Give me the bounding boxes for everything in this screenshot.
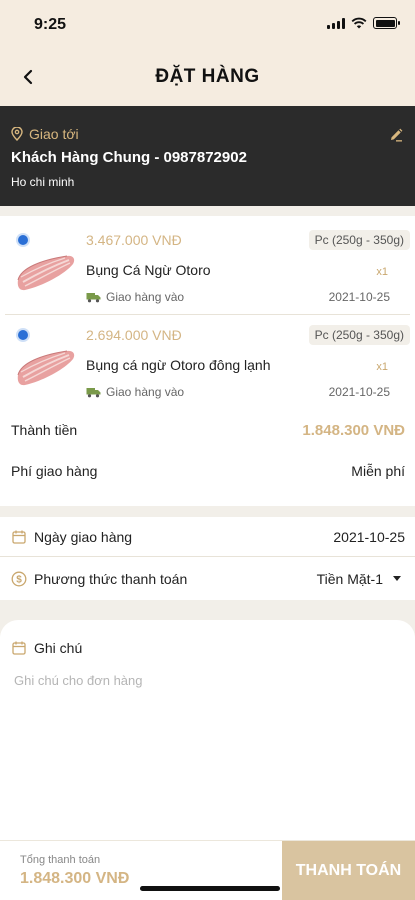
dollar-coin-icon: $: [11, 571, 27, 587]
status-time: 9:25: [34, 16, 67, 33]
subtotal-label: Thành tiền: [11, 422, 78, 438]
status-icons: [327, 17, 400, 29]
status-dot-icon: [18, 235, 28, 245]
truck-icon: [86, 292, 101, 302]
subtotal-value: 1.848.300 VNĐ: [302, 422, 405, 439]
customer-city: Ho chi minh: [11, 175, 75, 189]
note-input[interactable]: [14, 668, 399, 692]
delivery-date-label: Ngày giao hàng: [34, 529, 133, 545]
product-name: Bụng cá ngừ Otoro đông lạnh: [86, 357, 271, 373]
delivery-date-value: 2021-10-25: [333, 529, 405, 545]
note-section: Ghi chú: [0, 620, 415, 840]
calendar-icon: [12, 641, 26, 655]
delivery-label: Giao hàng vào: [106, 290, 185, 304]
delivery-info: Giao hàng vào: [86, 290, 184, 304]
status-bar: 9:25: [0, 0, 415, 48]
product-price: 3.467.000 VNĐ: [86, 232, 182, 248]
payment-method-row[interactable]: $ Phương thức thanh toán Tiền Mặt-1: [0, 559, 415, 599]
order-options: Ngày giao hàng 2021-10-25 $ Phương thức …: [0, 517, 415, 600]
home-indicator: [140, 886, 280, 891]
product-spec: Pc (250g - 350g): [308, 230, 410, 250]
calendar-icon: [12, 530, 26, 544]
truck-icon: [86, 387, 101, 397]
chevron-down-icon[interactable]: [393, 576, 401, 581]
edit-pencil-icon[interactable]: [388, 127, 404, 143]
delivery-date-row[interactable]: Ngày giao hàng 2021-10-25: [0, 517, 415, 557]
location-pin-icon: [11, 127, 23, 141]
wifi-icon: [351, 17, 367, 29]
product-qty: x1: [376, 266, 388, 278]
page-title: ĐẶT HÀNG: [155, 66, 260, 87]
product-item[interactable]: 2.694.000 VNĐ Pc (250g - 350g) Bụng cá n…: [5, 315, 410, 410]
total-label: Tổng thanh toán: [20, 854, 101, 866]
product-spec: Pc (250g - 350g): [308, 325, 410, 345]
product-qty: x1: [376, 361, 388, 373]
svg-text:$: $: [16, 575, 22, 586]
product-item[interactable]: 3.467.000 VNĐ Pc (250g - 350g) Bụng Cá N…: [5, 220, 410, 315]
address-label: Giao tới: [29, 126, 79, 142]
delivery-info: Giao hàng vào: [86, 385, 184, 399]
product-price: 2.694.000 VNĐ: [86, 327, 182, 343]
checkout-button[interactable]: THANH TOÁN: [282, 841, 415, 900]
signal-icon: [327, 17, 345, 29]
total-value: 1.848.300 VNĐ: [20, 870, 130, 887]
tuna-belly-image: [17, 255, 75, 291]
shipping-fee-row: Phí giao hàng Miễn phí: [0, 453, 415, 489]
address-label-row: Giao tới: [11, 126, 79, 142]
status-dot-icon: [18, 330, 28, 340]
payment-method-label: Phương thức thanh toán: [34, 571, 188, 587]
tuna-belly-image: [17, 350, 75, 386]
customer-name-phone: Khách Hàng Chung - 0987872902: [11, 149, 247, 166]
note-label: Ghi chú: [34, 640, 83, 656]
shipping-value: Miễn phí: [351, 463, 405, 479]
product-delivery-date: 2021-10-25: [328, 290, 390, 304]
delivery-address: Giao tới Khách Hàng Chung - 0987872902 H…: [0, 106, 415, 206]
product-name: Bụng Cá Ngừ Otoro: [86, 262, 211, 278]
subtotal-row: Thành tiền 1.848.300 VNĐ: [0, 412, 415, 448]
product-delivery-date: 2021-10-25: [328, 385, 390, 399]
delivery-label: Giao hàng vào: [106, 385, 185, 399]
app-header: ĐẶT HÀNG: [0, 48, 415, 106]
shipping-label: Phí giao hàng: [11, 463, 98, 479]
payment-method-select[interactable]: Tiền Mặt-1: [317, 571, 383, 587]
battery-icon: [373, 17, 400, 29]
checkout-footer: Tổng thanh toán 1.848.300 VNĐ THANH TOÁN: [0, 840, 415, 900]
